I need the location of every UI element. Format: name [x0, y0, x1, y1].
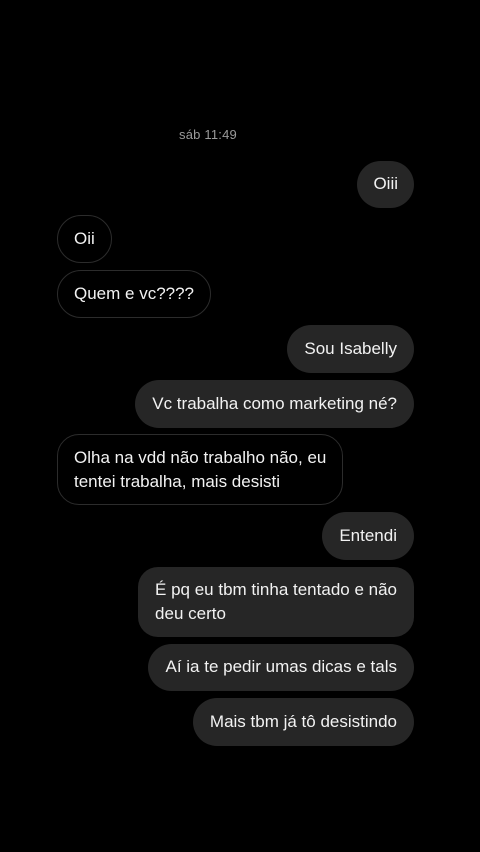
message-bubble-sent[interactable]: É pq eu tbm tinha tentado e não deu cert…	[138, 567, 414, 637]
message-bubble-received[interactable]: Oii	[57, 215, 112, 263]
message-bubble-sent[interactable]: Oiii	[357, 161, 414, 208]
message-bubble-sent[interactable]: Sou Isabelly	[287, 325, 414, 373]
message-text: Oii	[74, 229, 95, 248]
message-text-line: tentei trabalha, mais desisti	[74, 472, 280, 491]
message-text: Vc trabalha como marketing né?	[152, 394, 397, 413]
message-text-line: É pq eu tbm tinha tentado e não	[155, 580, 397, 599]
message-bubble-received[interactable]: Quem e vc????	[57, 270, 212, 318]
message-text: Sou Isabelly	[304, 339, 397, 358]
chat-screen: sáb 11:49 Oiii Oii Quem e vc???? Sou Isa…	[0, 0, 480, 852]
message-bubble-sent[interactable]: Mais tbm já tô desistindo	[192, 698, 414, 746]
message-bubble-sent[interactable]: Aí ia te pedir umas dicas e tals	[148, 644, 414, 691]
message-text: Quem e vc????	[74, 284, 195, 303]
message-text: Oiii	[373, 174, 398, 193]
message-timestamp: sáb 11:49	[179, 127, 237, 142]
message-text: Aí ia te pedir umas dicas e tals	[165, 657, 397, 676]
message-bubble-sent[interactable]: Entendi	[322, 512, 414, 560]
message-text: Mais tbm já tô desistindo	[209, 712, 397, 731]
message-text: Entendi	[339, 526, 397, 545]
message-text-line: deu certo	[155, 604, 226, 623]
message-bubble-sent[interactable]: Vc trabalha como marketing né?	[135, 380, 414, 428]
message-text-line: Olha na vdd não trabalho não, eu	[74, 448, 327, 467]
message-bubble-received[interactable]: Olha na vdd não trabalho não, eu tentei …	[57, 434, 344, 505]
